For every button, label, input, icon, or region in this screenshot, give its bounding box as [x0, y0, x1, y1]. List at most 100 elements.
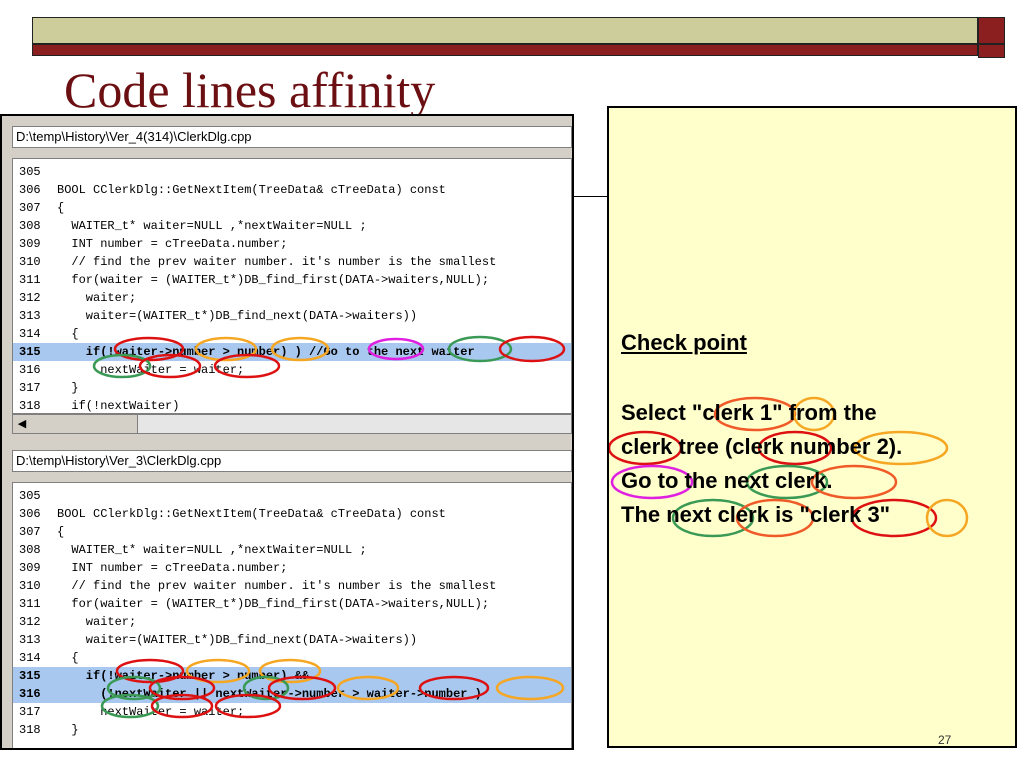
code-line[interactable]: 306 BOOL CClerkDlg::GetNextItem(TreeData&…: [13, 181, 571, 199]
code-line[interactable]: 311 for(waiter = (WAITER_t*)DB_find_firs…: [13, 271, 571, 289]
line-number: 311: [19, 597, 41, 611]
code-line[interactable]: 314 {: [13, 325, 571, 343]
header-corner-square-lower: [978, 44, 1005, 58]
code-text: {: [57, 651, 79, 665]
code-text: }: [57, 381, 79, 395]
line-number: 316: [19, 363, 41, 377]
code-text: if(!nextWaiter): [57, 399, 180, 413]
line-number: 305: [19, 165, 41, 179]
line-number: 306: [19, 507, 41, 521]
bottom-code-pane[interactable]: 305306 BOOL CClerkDlg::GetNextItem(TreeDa…: [12, 482, 572, 748]
code-text: // find the prev waiter number. it's num…: [57, 579, 497, 593]
code-line[interactable]: 315 if(!waiter->number > number) ) //Go …: [13, 343, 571, 361]
header-corner-square: [978, 17, 1005, 44]
code-line[interactable]: 313 waiter=(WAITER_t*)DB_find_next(DATA-…: [13, 631, 571, 649]
check-point-heading: Check point: [621, 330, 747, 355]
code-line[interactable]: 314 {: [13, 649, 571, 667]
line-number: 314: [19, 327, 41, 341]
line-number: 311: [19, 273, 41, 287]
line-number: 305: [19, 489, 41, 503]
code-line[interactable]: 312 waiter;: [13, 613, 571, 631]
code-text: nextWaiter = waiter;: [57, 363, 245, 377]
code-text: waiter=(WAITER_t*)DB_find_next(DATA->wai…: [57, 309, 418, 323]
code-text: {: [57, 525, 65, 539]
code-text: WAITER_t* waiter=NULL ,*nextWaiter=NULL …: [57, 219, 367, 233]
line-number: 308: [19, 543, 41, 557]
line-number: 307: [19, 525, 41, 539]
code-line[interactable]: 306 BOOL CClerkDlg::GetNextItem(TreeData&…: [13, 505, 571, 523]
code-text: (!nextWaiter || nextWaiter->number > wai…: [57, 687, 482, 701]
check-point-text: Select "clerk 1" from the clerk tree (cl…: [621, 396, 902, 532]
code-comparison-screenshot: D:\temp\History\Ver_4(314)\ClerkDlg.cpp …: [0, 114, 574, 750]
code-text: waiter=(WAITER_t*)DB_find_next(DATA->wai…: [57, 633, 418, 647]
line-number: 318: [19, 723, 41, 737]
code-text: INT number = cTreeData.number;: [57, 237, 288, 251]
code-line[interactable]: 315 if(!waiter->number > number) &&: [13, 667, 571, 685]
line-number: 313: [19, 309, 41, 323]
line-number: 315: [19, 345, 41, 359]
check-point-note: Check point Select "clerk 1" from the cl…: [607, 106, 1017, 748]
code-line[interactable]: 316 nextWaiter = waiter;: [13, 361, 571, 379]
line-number: 309: [19, 561, 41, 575]
slide-title: Code lines affinity: [64, 62, 436, 118]
code-text: // find the prev waiter number. it's num…: [57, 255, 497, 269]
code-line[interactable]: 307 {: [13, 523, 571, 541]
code-line[interactable]: 313 waiter=(WAITER_t*)DB_find_next(DATA-…: [13, 307, 571, 325]
line-number: 315: [19, 669, 41, 683]
code-line[interactable]: 318 }: [13, 721, 571, 739]
page-number: 27: [938, 733, 952, 747]
scroll-thumb[interactable]: [31, 415, 138, 433]
code-text: }: [57, 723, 79, 737]
line-number: 309: [19, 237, 41, 251]
code-line[interactable]: 309 INT number = cTreeData.number;: [13, 559, 571, 577]
code-text: nextWaiter = waiter;: [57, 705, 245, 719]
code-text: if(!waiter->number > number) &&: [57, 669, 310, 683]
code-line[interactable]: 308 WAITER_t* waiter=NULL ,*nextWaiter=N…: [13, 217, 571, 235]
code-text: INT number = cTreeData.number;: [57, 561, 288, 575]
line-number: 310: [19, 579, 41, 593]
line-number: 308: [19, 219, 41, 233]
code-text: {: [57, 201, 65, 215]
note-line: clerk tree (clerk number 2).: [621, 434, 903, 459]
bottom-file-path: D:\temp\History\Ver_3\ClerkDlg.cpp: [12, 450, 572, 472]
ellipse-three-orange: [925, 498, 969, 538]
code-line[interactable]: 312 waiter;: [13, 289, 571, 307]
code-text: for(waiter = (WAITER_t*)DB_find_first(DA…: [57, 273, 490, 287]
line-number: 310: [19, 255, 41, 269]
code-line[interactable]: 310 // find the prev waiter number. it's…: [13, 577, 571, 595]
code-line[interactable]: 309 INT number = cTreeData.number;: [13, 235, 571, 253]
code-line[interactable]: 316 (!nextWaiter || nextWaiter->number >…: [13, 685, 571, 703]
line-number: 312: [19, 615, 41, 629]
line-number: 317: [19, 381, 41, 395]
code-text: BOOL CClerkDlg::GetNextItem(TreeData& cT…: [57, 183, 446, 197]
note-line: Go to the next clerk.: [621, 468, 833, 493]
top-file-path: D:\temp\History\Ver_4(314)\ClerkDlg.cpp: [12, 126, 572, 148]
line-number: 318: [19, 399, 41, 413]
note-line: Select "clerk 1" from the: [621, 400, 877, 425]
line-number: 307: [19, 201, 41, 215]
header-bar: [32, 17, 978, 44]
code-line[interactable]: 308 WAITER_t* waiter=NULL ,*nextWaiter=N…: [13, 541, 571, 559]
code-text: if(!waiter->number > number) ) //Go to t…: [57, 345, 475, 359]
code-text: WAITER_t* waiter=NULL ,*nextWaiter=NULL …: [57, 543, 367, 557]
line-number: 317: [19, 705, 41, 719]
code-line[interactable]: 317 nextWaiter = waiter;: [13, 703, 571, 721]
line-number: 312: [19, 291, 41, 305]
code-text: for(waiter = (WAITER_t*)DB_find_first(DA…: [57, 597, 490, 611]
code-line[interactable]: 310 // find the prev waiter number. it's…: [13, 253, 571, 271]
top-code-pane[interactable]: 305306 BOOL CClerkDlg::GetNextItem(TreeDa…: [12, 158, 572, 414]
line-number: 314: [19, 651, 41, 665]
code-line[interactable]: 318 if(!nextWaiter): [13, 397, 571, 413]
code-text: BOOL CClerkDlg::GetNextItem(TreeData& cT…: [57, 507, 446, 521]
code-line[interactable]: 317 }: [13, 379, 571, 397]
code-line[interactable]: 305: [13, 163, 571, 181]
top-horizontal-scrollbar[interactable]: ◀: [12, 414, 572, 434]
code-line[interactable]: 307 {: [13, 199, 571, 217]
code-text: {: [57, 327, 79, 341]
code-line[interactable]: 311 for(waiter = (WAITER_t*)DB_find_firs…: [13, 595, 571, 613]
code-text: waiter;: [57, 291, 137, 305]
scroll-left-arrow-icon[interactable]: ◀: [13, 415, 32, 433]
code-line[interactable]: 305: [13, 487, 571, 505]
note-line: The next clerk is "clerk 3": [621, 502, 891, 527]
header-accent-line: [32, 44, 978, 56]
